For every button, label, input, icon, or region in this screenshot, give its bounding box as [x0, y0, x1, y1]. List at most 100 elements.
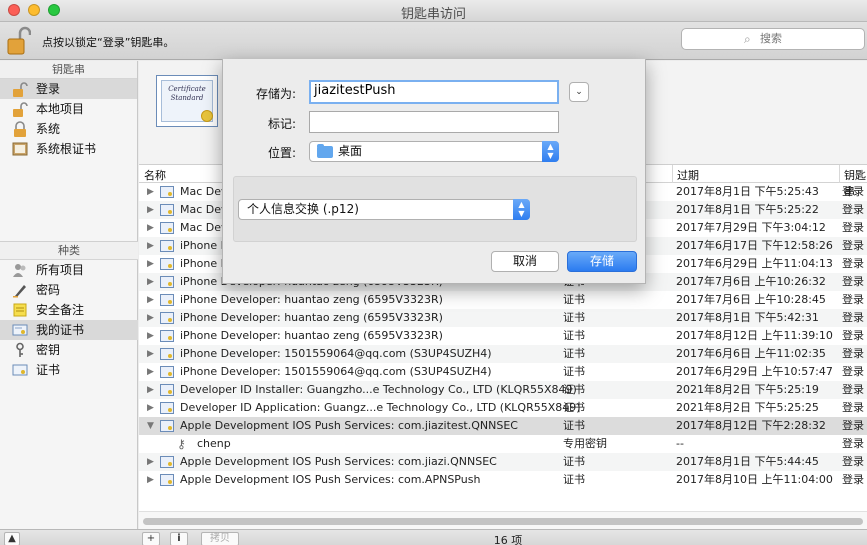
categories-section-title: 种类 [0, 242, 138, 260]
certificate-icon [160, 276, 174, 288]
sidebar-item-system-roots[interactable]: 系统根证书 [0, 139, 137, 159]
table-row[interactable]: ▶ Apple Development IOS Push Services: co… [139, 453, 867, 471]
certificate-icon [160, 186, 174, 198]
disclosure-triangle-icon[interactable]: ▶ [147, 399, 154, 417]
sidebar-item-label: 本地项目 [36, 102, 85, 116]
table-row-selected[interactable]: ▼ Apple Development IOS Push Services: co… [139, 417, 867, 435]
horizontal-scrollbar[interactable] [139, 511, 867, 529]
sidebar-item-system[interactable]: 系统 [0, 119, 137, 139]
sidebar-item-login[interactable]: 登录 [0, 79, 137, 99]
disclosure-triangle-icon[interactable]: ▶ [147, 219, 154, 237]
sidebar-item-my-certificates[interactable]: 我的证书 [0, 320, 138, 340]
unlocked-padlock-icon [12, 81, 28, 97]
certificate-icon [160, 474, 174, 486]
location-popup[interactable]: 桌面 ▲ ▼ [309, 141, 559, 162]
certificate-icon [160, 312, 174, 324]
sidebar-item-certificates[interactable]: 证书 [0, 360, 138, 380]
sidebar-item-passwords[interactable]: 密码 [0, 280, 138, 300]
certificate-icon [160, 294, 174, 306]
certificate-icon [12, 362, 28, 378]
save-as-label: 存储为: [255, 87, 296, 101]
sidebar-item-all-items[interactable]: 所有项目 [0, 260, 138, 280]
disclosure-triangle-icon[interactable]: ▶ [147, 327, 154, 345]
disclosure-triangle-icon[interactable]: ▶ [147, 471, 154, 489]
table-row[interactable]: ▶ Developer ID Installer: Guangzho...e Te… [139, 381, 867, 399]
unlocked-padlock-icon[interactable] [7, 26, 31, 56]
table-row-child[interactable]: ⚷ chenp 专用密钥 -- 登录 [139, 435, 867, 453]
certificate-icon [160, 420, 174, 432]
my-certificate-icon [12, 322, 28, 338]
disclosure-triangle-icon[interactable]: ▶ [147, 273, 154, 291]
disclosure-triangle-icon[interactable]: ▶ [147, 309, 154, 327]
disclosure-triangle-icon[interactable]: ▶ [147, 345, 154, 363]
sidebar-item-label: 证书 [36, 363, 61, 377]
disclosure-triangle-icon[interactable]: ▶ [147, 183, 154, 201]
keychains-section-title: 钥匙串 [0, 61, 137, 79]
column-header-expires[interactable]: 过期 [677, 167, 699, 183]
pencil-icon [12, 282, 28, 298]
certificate-thumbnail: Certificate Standard [156, 75, 218, 127]
categories-section: 种类 所有项目 密码 安全备注 我的证书 密钥 证书 [0, 241, 138, 380]
people-icon [12, 262, 28, 278]
disclosure-triangle-expanded-icon[interactable]: ▼ [147, 417, 154, 435]
sidebar-item-label: 系统 [36, 122, 61, 136]
sidebar-item-secure-notes[interactable]: 安全备注 [0, 300, 138, 320]
column-header-name[interactable]: 名称 [144, 167, 166, 183]
disclosure-triangle-icon[interactable]: ▶ [147, 291, 154, 309]
sidebar-item-label: 密钥 [36, 343, 61, 357]
expand-dialog-button[interactable]: ⌄ [569, 82, 589, 102]
tags-input[interactable] [309, 111, 559, 133]
file-format-panel: 个人信息交换 (.p12) ▲ ▼ [233, 176, 637, 242]
lock-hint-text: 点按以锁定“登录”钥匙串。 [42, 36, 175, 49]
sidebar-item-label: 系统根证书 [36, 142, 97, 156]
title-bar: 钥匙串访问 [0, 0, 867, 22]
up-down-arrows-icon: ▲ ▼ [513, 199, 530, 220]
sidebar-item-label: 登录 [36, 82, 61, 96]
location-label: 位置: [267, 146, 296, 160]
table-row[interactable]: ▶ iPhone Developer: 1501559064@qq.com (S3… [139, 345, 867, 363]
key-icon [12, 342, 28, 358]
certificate-icon [160, 384, 174, 396]
search-field[interactable]: ⌕ [681, 28, 865, 50]
table-row[interactable]: ▶ Apple Development IOS Push Services: co… [139, 471, 867, 489]
certificate-icon [160, 366, 174, 378]
disclosure-triangle-icon[interactable]: ▶ [147, 201, 154, 219]
sidebar-item-keys[interactable]: 密钥 [0, 340, 138, 360]
disclosure-triangle-icon[interactable]: ▶ [147, 363, 154, 381]
note-icon [12, 302, 28, 318]
key-icon: ⚷ [177, 437, 186, 451]
table-row[interactable]: ▶iPhone Developer: huantao zeng (6595V33… [139, 327, 867, 345]
sidebar-item-label: 所有项目 [36, 263, 85, 277]
disclosure-triangle-icon[interactable]: ▶ [147, 237, 154, 255]
certificate-icon [160, 258, 174, 270]
disclosure-triangle-icon[interactable]: ▶ [147, 381, 154, 399]
table-row[interactable]: ▶ iPhone Developer: 1501559064@qq.com (S3… [139, 363, 867, 381]
tags-label: 标记: [267, 117, 296, 131]
folder-icon [317, 144, 333, 158]
table-row[interactable]: ▶ Developer ID Application: Guangz...e Te… [139, 399, 867, 417]
sidebar-item-local-items[interactable]: 本地项目 [0, 99, 137, 119]
certificate-icon [160, 456, 174, 468]
unlocked-padlock-icon [12, 101, 28, 117]
sidebar: 钥匙串 登录 本地项目 系统 系统根证书 种类 所有项目 密码 安全备注 我的证… [0, 61, 138, 529]
certificate-icon [160, 204, 174, 216]
certificate-icon [160, 402, 174, 414]
status-bar: ▲ + i 拷贝 16 项 [0, 529, 867, 545]
save-as-input[interactable]: jiazitestPush [309, 80, 559, 104]
table-row[interactable]: ▶iPhone Developer: huantao zeng (6595V33… [139, 291, 867, 309]
padlock-icon [12, 121, 28, 137]
certificate-icon [160, 222, 174, 234]
file-format-popup[interactable]: 个人信息交换 (.p12) ▲ ▼ [238, 199, 530, 220]
disclosure-triangle-icon[interactable]: ▶ [147, 255, 154, 273]
chevron-down-icon: ⌄ [575, 87, 583, 97]
search-input[interactable] [760, 32, 860, 45]
up-down-arrows-icon: ▲ ▼ [542, 141, 559, 162]
item-count: 16 项 [493, 534, 523, 545]
search-icon: ⌕ [744, 32, 751, 46]
cancel-button[interactable]: 取消 [491, 251, 559, 272]
save-dialog: 存储为: jiazitestPush ⌄ 标记: 位置: 桌面 ▲ ▼ 个人信息交… [222, 59, 646, 284]
disclosure-triangle-icon[interactable]: ▶ [147, 453, 154, 471]
table-row[interactable]: ▶iPhone Developer: huantao zeng (6595V33… [139, 309, 867, 327]
scrollbar-thumb[interactable] [143, 518, 863, 525]
save-button[interactable]: 存储 [567, 251, 637, 272]
